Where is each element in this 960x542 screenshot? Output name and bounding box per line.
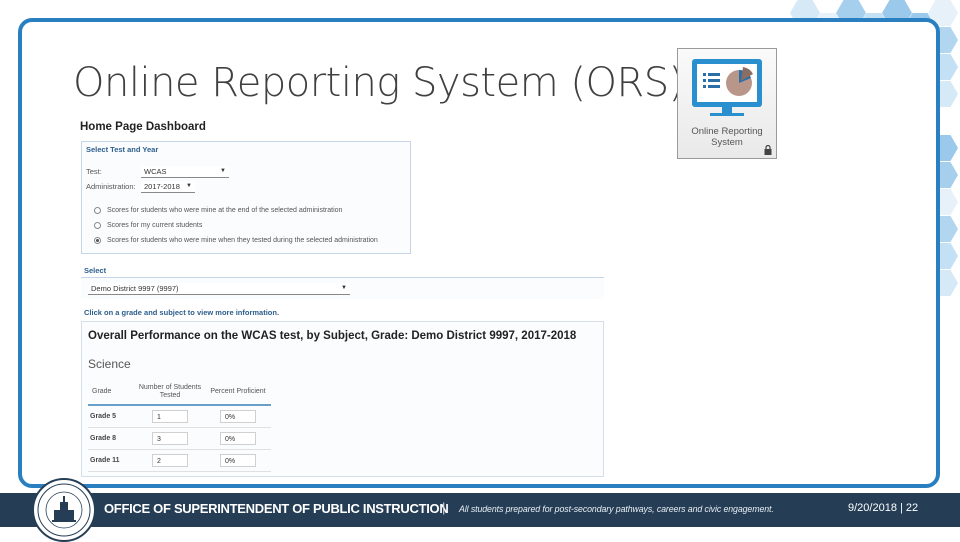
test-label: Test:: [86, 167, 102, 176]
administration-label: Administration:: [86, 182, 136, 191]
grade-cell[interactable]: Grade 5: [88, 405, 135, 428]
column-header: Number of Students Tested: [135, 380, 205, 406]
chevron-down-icon: ▼: [220, 168, 226, 174]
overall-performance-panel: Overall Performance on the WCAS test, by…: [81, 321, 604, 477]
percent-cell[interactable]: 0%: [220, 432, 256, 445]
tested-cell[interactable]: 1: [152, 410, 188, 423]
percent-cell[interactable]: 0%: [220, 454, 256, 467]
footer-tagline: All students prepared for post-secondary…: [459, 504, 774, 514]
footer-date-page: 9/20/2018 | 22: [848, 502, 919, 514]
tested-cell[interactable]: 3: [152, 432, 188, 445]
slide-title: Online Reporting System (ORS): [73, 60, 684, 106]
dashboard-title: Home Page Dashboard: [80, 121, 206, 133]
subject-heading: Science: [88, 357, 131, 371]
administration-select-value: 2017-2018: [144, 182, 180, 191]
footer-org-name: OFFICE OF SUPERINTENDENT OF PUBLIC INSTR…: [104, 501, 449, 516]
district-select-panel: Demo District 9997 (9997) ▼: [81, 277, 604, 299]
select-heading: Select: [84, 266, 107, 275]
radio-option-current-students[interactable]: Scores for my current students: [94, 222, 202, 229]
radio-button-selected[interactable]: [94, 237, 101, 244]
select-test-year-panel: Select Test and Year Test: WCAS ▼ Admini…: [81, 141, 411, 254]
test-select[interactable]: WCAS ▼: [141, 166, 229, 178]
district-select-value: Demo District 9997 (9997): [91, 284, 179, 293]
radio-button[interactable]: [94, 207, 101, 214]
table-row[interactable]: Grade 8 3 0%: [88, 427, 271, 450]
ors-logo-caption: Online Reporting System: [678, 126, 776, 148]
table-row[interactable]: Grade 5 1 0%: [88, 405, 271, 428]
radio-label: Scores for students who were mine at the…: [107, 207, 343, 214]
instruction-text: Click on a grade and subject to view mor…: [84, 308, 280, 317]
radio-option-end-of-admin[interactable]: Scores for students who were mine at the…: [94, 207, 342, 214]
monitor-pie-chart-icon: [692, 59, 762, 116]
district-select[interactable]: Demo District 9997 (9997) ▼: [88, 283, 350, 295]
column-header: Grade: [88, 380, 135, 406]
ors-caption-line2: System: [711, 137, 743, 148]
lock-icon: [764, 145, 772, 155]
tested-cell[interactable]: 2: [152, 454, 188, 467]
overall-performance-title: Overall Performance on the WCAS test, by…: [88, 330, 577, 342]
capitol-building-icon: [37, 483, 91, 537]
radio-label: Scores for my current students: [107, 222, 203, 229]
test-select-value: WCAS: [144, 167, 167, 176]
radio-option-when-tested[interactable]: Scores for students who were mine when t…: [94, 237, 378, 244]
select-test-year-heading: Select Test and Year: [86, 145, 159, 154]
radio-button[interactable]: [94, 222, 101, 229]
percent-cell[interactable]: 0%: [220, 410, 256, 423]
table-row[interactable]: Grade 11 2 0%: [88, 449, 271, 472]
chevron-down-icon: ▼: [341, 285, 347, 291]
ors-caption-line1: Online Reporting: [691, 126, 763, 137]
radio-label: Scores for students who were mine when t…: [107, 237, 378, 244]
ors-logo[interactable]: Online Reporting System: [677, 48, 777, 159]
grade-cell[interactable]: Grade 8: [88, 427, 135, 450]
administration-select[interactable]: 2017-2018 ▼: [141, 181, 195, 193]
dashboard-screenshot: Home Page Dashboard Select Test and Year…: [80, 117, 604, 477]
footer-separator: |: [442, 500, 446, 515]
performance-table: Grade Number of Students Tested Percent …: [88, 380, 271, 472]
chevron-down-icon: ▼: [186, 183, 192, 189]
grade-cell[interactable]: Grade 11: [88, 449, 135, 472]
column-header: Percent Proficient: [205, 380, 271, 406]
ospi-seal-logo: [32, 478, 96, 542]
